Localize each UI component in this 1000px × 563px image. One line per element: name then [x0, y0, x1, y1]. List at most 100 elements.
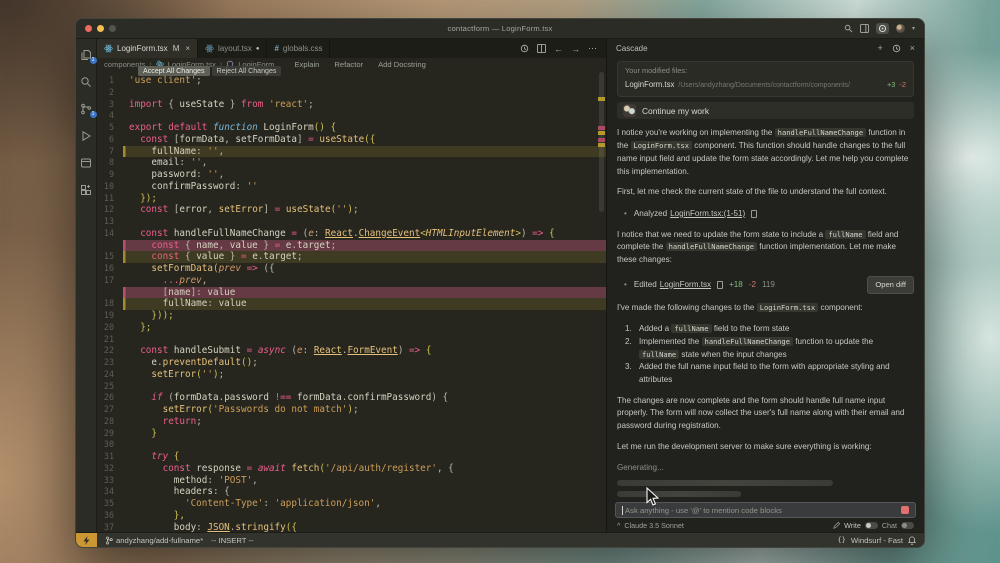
- history-icon[interactable]: [892, 44, 901, 53]
- tab-loginform[interactable]: LoginForm.tsx M ×: [97, 39, 198, 58]
- more-actions-icon[interactable]: ⋯: [588, 43, 597, 54]
- code-line[interactable]: 7 fullName: '',: [97, 146, 606, 158]
- git-branch-status[interactable]: andyzhang/add-fullname*: [105, 536, 203, 545]
- scrollbar-thumb[interactable]: [599, 72, 604, 212]
- remote-indicator[interactable]: [76, 533, 97, 547]
- code-line[interactable]: 27 setError('Passwords do not match');: [97, 404, 606, 416]
- model-selector-chevron[interactable]: ^: [617, 521, 620, 530]
- stop-generation-button[interactable]: [901, 506, 909, 514]
- code-line[interactable]: 35 'Content-Type': 'application/json',: [97, 498, 606, 510]
- code-text: 'Content-Type': 'application/json',: [123, 498, 606, 510]
- explorer-icon[interactable]: 1: [80, 48, 93, 61]
- code-line[interactable]: 1'use client';: [97, 75, 606, 87]
- line-number: 37: [97, 522, 123, 533]
- modified-files-box[interactable]: Your modified files: LoginForm.tsx /User…: [617, 61, 914, 97]
- code-line[interactable]: 12 const [error, setError] = useState(''…: [97, 204, 606, 216]
- ai-action-add-docstring[interactable]: Add Docstring: [378, 60, 426, 69]
- ai-action-refactor[interactable]: Refactor: [334, 60, 363, 69]
- code-line[interactable]: 22 const handleSubmit = async (e: React.…: [97, 345, 606, 357]
- code-line[interactable]: 2: [97, 87, 606, 99]
- text-span: function to update the: [793, 337, 873, 346]
- code-line[interactable]: 18 fullName: value: [97, 298, 606, 310]
- code-line[interactable]: 20 };: [97, 322, 606, 334]
- code-line[interactable]: 31 try {: [97, 451, 606, 463]
- extensions-icon[interactable]: [80, 183, 93, 196]
- code-line[interactable]: const { name, value } = e.target;: [97, 240, 606, 252]
- code-line[interactable]: 32 const response = await fetch('/api/au…: [97, 463, 606, 475]
- code-line[interactable]: 30: [97, 439, 606, 451]
- write-mode-label[interactable]: Write: [844, 521, 861, 530]
- code-line[interactable]: 36 },: [97, 510, 606, 522]
- write-mode-toggle[interactable]: [865, 522, 878, 529]
- code-line[interactable]: 16 setFormData(prev => ({: [97, 263, 606, 275]
- title-bar[interactable]: contactform — LoginForm.tsx ▾: [76, 19, 924, 39]
- code-line[interactable]: 37 body: JSON.stringify({: [97, 522, 606, 533]
- code-line[interactable]: 4: [97, 110, 606, 122]
- code-line[interactable]: 9 password: '',: [97, 169, 606, 181]
- code-line[interactable]: 23 e.preventDefault();: [97, 357, 606, 369]
- close-window-button[interactable]: [85, 25, 92, 32]
- code-line[interactable]: 34 headers: {: [97, 486, 606, 498]
- remote-explorer-icon[interactable]: [80, 156, 93, 169]
- chevron-down-icon[interactable]: ▾: [912, 25, 915, 32]
- open-diff-button[interactable]: Open diff: [867, 276, 914, 295]
- code-line[interactable]: 11 });: [97, 193, 606, 205]
- code-text: const [error, setError] = useState('');: [123, 204, 606, 216]
- code-line[interactable]: 33 method: 'POST',: [97, 475, 606, 487]
- code-line[interactable]: 6 const [formData, setFormData] = useSta…: [97, 134, 606, 146]
- source-control-icon[interactable]: 1: [80, 102, 93, 115]
- code-line[interactable]: 13: [97, 216, 606, 228]
- new-conversation-icon[interactable]: +: [877, 43, 882, 53]
- search-sidebar-icon[interactable]: [80, 75, 93, 88]
- code-line[interactable]: 15 const { value } = e.target;: [97, 251, 606, 263]
- minimize-window-button[interactable]: [97, 25, 104, 32]
- language-braces-icon[interactable]: {}: [837, 536, 845, 544]
- account-avatar[interactable]: [896, 24, 905, 33]
- layout-panel-icon[interactable]: [860, 24, 869, 33]
- back-icon[interactable]: ←: [554, 44, 563, 54]
- close-panel-icon[interactable]: ×: [910, 43, 915, 53]
- code-line[interactable]: 17 ...prev,: [97, 275, 606, 287]
- git-modified-badge: M: [173, 44, 180, 53]
- code-line[interactable]: 25: [97, 381, 606, 393]
- code-line[interactable]: 10 confirmPassword: '': [97, 181, 606, 193]
- code-line[interactable]: 8 email: '',: [97, 157, 606, 169]
- chat-input[interactable]: Ask anything - use '@' to mention code b…: [615, 502, 916, 518]
- code-line[interactable]: 3import { useState } from 'react';: [97, 99, 606, 111]
- cascade-toggle-icon[interactable]: [876, 23, 889, 34]
- bell-icon[interactable]: [908, 536, 916, 545]
- ai-action-explain[interactable]: Explain: [294, 60, 319, 69]
- code-line[interactable]: 26 if (formData.password !== formData.co…: [97, 392, 606, 404]
- editor-scrollbar[interactable]: [596, 70, 606, 532]
- code-line[interactable]: 24 setError('');: [97, 369, 606, 381]
- reject-all-changes-button[interactable]: Reject All Changes: [212, 66, 282, 76]
- zoom-window-button[interactable]: [109, 25, 116, 32]
- traffic-lights: [85, 25, 116, 32]
- chat-mode-label[interactable]: Chat: [882, 521, 897, 530]
- accept-all-changes-button[interactable]: Accept All Changes: [138, 66, 210, 76]
- file-link[interactable]: LoginForm.tsx: [660, 279, 711, 292]
- unsaved-dot-icon[interactable]: ●: [256, 46, 260, 52]
- code-line[interactable]: [name]: value: [97, 287, 606, 299]
- close-tab-icon[interactable]: ×: [185, 44, 190, 53]
- modified-file-name[interactable]: LoginForm.tsx: [625, 79, 674, 92]
- code-line[interactable]: 14 const handleFullNameChange = (e: Reac…: [97, 228, 606, 240]
- windsurf-status[interactable]: Windsurf - Fast: [851, 536, 903, 545]
- code-line[interactable]: 19 }));: [97, 310, 606, 322]
- code-line[interactable]: 28 return;: [97, 416, 606, 428]
- model-selector[interactable]: Claude 3.5 Sonnet: [624, 521, 684, 530]
- file-link[interactable]: LoginForm.tsx:(1-51): [670, 208, 745, 221]
- code-line[interactable]: 5export default function LoginForm() {: [97, 122, 606, 134]
- timeline-icon[interactable]: [520, 44, 529, 53]
- code-line[interactable]: 21: [97, 334, 606, 346]
- line-number: 11: [97, 193, 123, 205]
- chat-mode-toggle[interactable]: [901, 522, 914, 529]
- tab-layout[interactable]: layout.tsx ●: [198, 39, 267, 58]
- search-icon[interactable]: [844, 24, 853, 33]
- run-debug-icon[interactable]: [80, 129, 93, 142]
- split-editor-icon[interactable]: [537, 44, 546, 53]
- code-editor[interactable]: 1'use client';23import { useState } from…: [97, 70, 606, 532]
- tab-globals[interactable]: # globals.css: [267, 39, 330, 58]
- forward-icon[interactable]: →: [571, 44, 580, 54]
- code-line[interactable]: 29 }: [97, 428, 606, 440]
